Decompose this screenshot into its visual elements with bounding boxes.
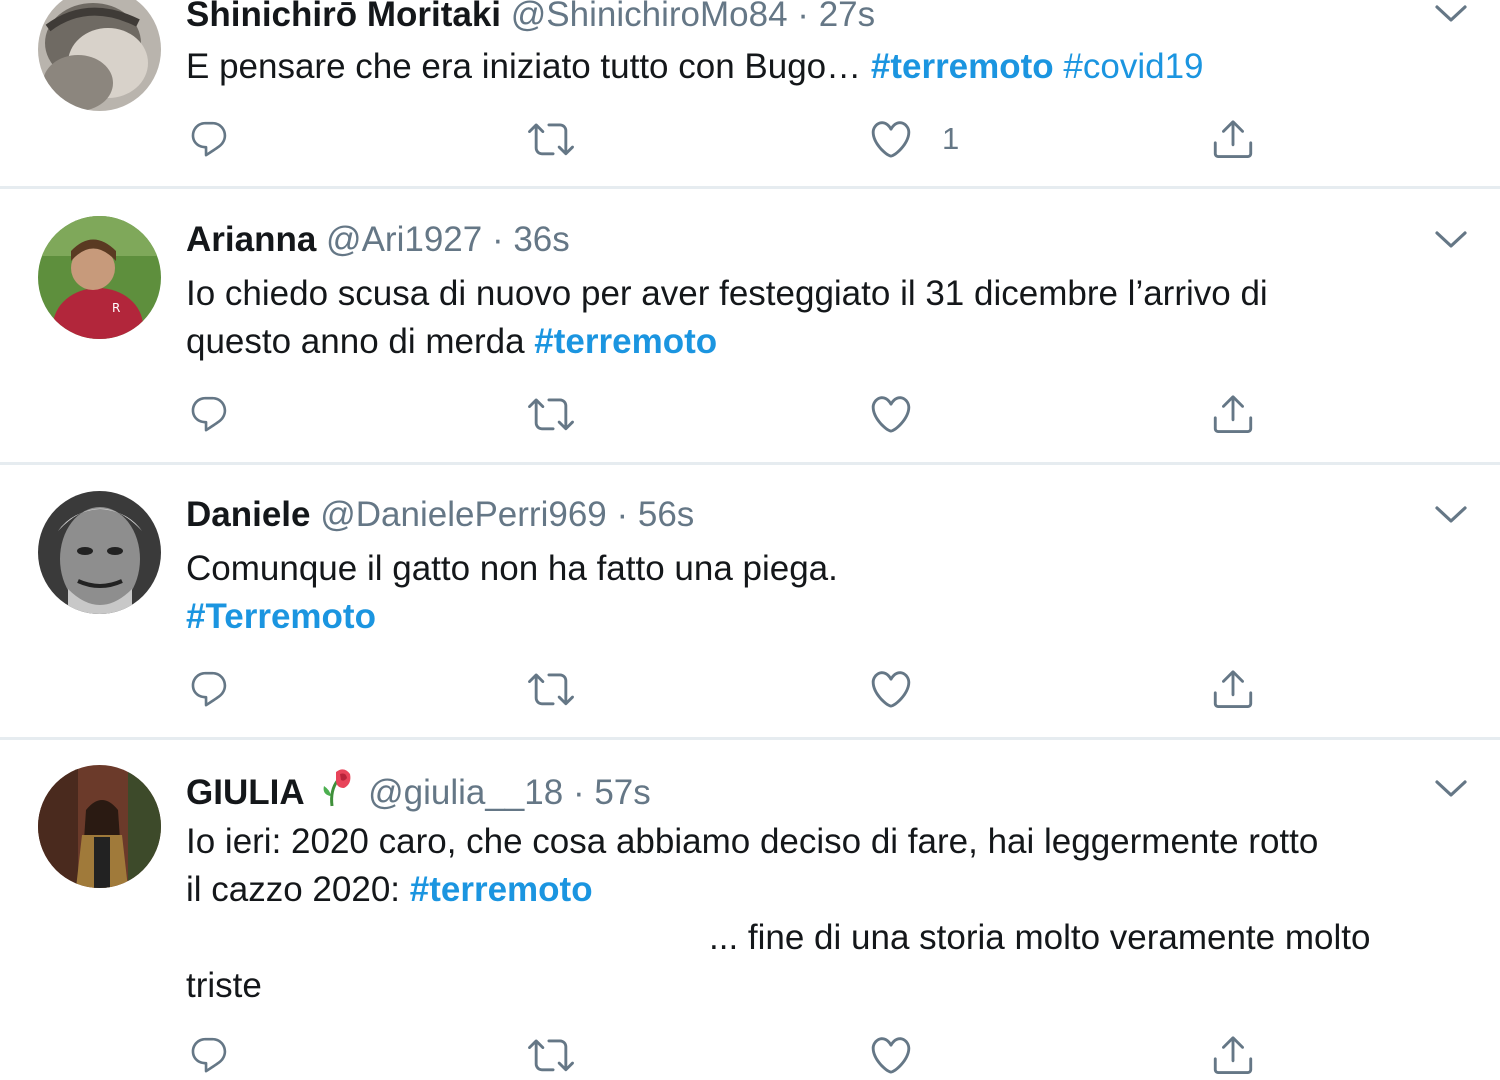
like-icon bbox=[868, 391, 914, 437]
avatar[interactable] bbox=[38, 765, 161, 888]
timestamp[interactable]: 27s bbox=[819, 0, 875, 34]
chevron-down-icon bbox=[1434, 2, 1468, 26]
hashtag-link[interactable]: #terremoto bbox=[534, 322, 717, 361]
tweet-text: E pensare che era iniziato tutto con Bug… bbox=[186, 43, 1466, 91]
tweet-body-line: il cazzo 2020: bbox=[186, 870, 410, 909]
timestamp[interactable]: 57s bbox=[594, 773, 650, 812]
tweet-body-line: Io chiedo scusa di nuovo per aver festeg… bbox=[186, 274, 1268, 313]
separator-dot: · bbox=[616, 495, 629, 534]
tweet-body-line: ... fine di una storia molto veramente m… bbox=[709, 918, 1371, 957]
like-count: 1 bbox=[942, 121, 960, 156]
tweet-body-line: Io ieri: 2020 caro, che cosa abbiamo dec… bbox=[186, 822, 1319, 861]
chevron-down-icon bbox=[1434, 503, 1468, 527]
hashtag-link[interactable]: #terremoto bbox=[410, 870, 593, 909]
retweet-icon bbox=[528, 1032, 574, 1078]
retweet-button[interactable] bbox=[528, 114, 574, 164]
chevron-down-icon bbox=[1434, 777, 1468, 801]
tweet-body-line: triste bbox=[186, 966, 262, 1005]
tweet-divider bbox=[0, 186, 1500, 189]
hashtag-link[interactable]: #covid19 bbox=[1063, 47, 1203, 86]
timestamp[interactable]: 36s bbox=[513, 220, 569, 259]
tweet-body-line: questo anno di merda bbox=[186, 322, 535, 361]
tweet-body: E pensare che era iniziato tutto con Bug… bbox=[186, 47, 871, 86]
more-options-chevron[interactable] bbox=[1434, 503, 1468, 527]
wilted-rose-icon bbox=[323, 769, 351, 807]
avatar[interactable] bbox=[38, 0, 161, 111]
like-icon bbox=[868, 1032, 914, 1078]
avatar-image bbox=[38, 0, 161, 111]
share-icon bbox=[1210, 666, 1256, 712]
retweet-icon bbox=[528, 666, 574, 712]
tweet-text: Io chiedo scusa di nuovo per aver festeg… bbox=[186, 270, 1466, 366]
like-button[interactable]: 1 bbox=[868, 114, 959, 164]
like-button[interactable] bbox=[868, 664, 914, 714]
like-button[interactable] bbox=[868, 1030, 914, 1080]
tweet-header: Shinichirō Moritaki @ShinichiroMo84 · 27… bbox=[186, 0, 875, 38]
reply-icon bbox=[188, 668, 230, 710]
share-icon bbox=[1210, 391, 1256, 437]
tweet-text: Io ieri: 2020 caro, che cosa abbiamo dec… bbox=[186, 818, 1466, 1010]
reply-button[interactable] bbox=[188, 389, 230, 439]
reply-icon bbox=[188, 393, 230, 435]
retweet-icon bbox=[528, 116, 574, 162]
tweet-divider bbox=[0, 462, 1500, 465]
separator-dot: · bbox=[491, 220, 504, 259]
user-handle[interactable]: @DanielePerri969 bbox=[320, 495, 607, 534]
reply-button[interactable] bbox=[188, 114, 230, 164]
tweet-header: Arianna @Ari1927 · 36s bbox=[186, 217, 570, 263]
chevron-down-icon bbox=[1434, 228, 1468, 252]
hashtag-link[interactable]: #Terremoto bbox=[186, 597, 376, 636]
more-options-chevron[interactable] bbox=[1434, 777, 1468, 801]
display-name[interactable]: Shinichirō Moritaki bbox=[186, 0, 501, 34]
tweet-divider bbox=[0, 737, 1500, 740]
timestamp[interactable]: 56s bbox=[638, 495, 694, 534]
display-name[interactable]: Arianna bbox=[186, 220, 316, 259]
user-handle[interactable]: @Ari1927 bbox=[326, 220, 482, 259]
more-options-chevron[interactable] bbox=[1434, 228, 1468, 252]
tweet-header: GIULIA @giulia__18 · 57s bbox=[186, 766, 651, 812]
avatar-image: R bbox=[38, 216, 161, 339]
share-icon bbox=[1210, 116, 1256, 162]
like-button[interactable] bbox=[868, 389, 914, 439]
retweet-button[interactable] bbox=[528, 1030, 574, 1080]
separator-dot: · bbox=[572, 773, 585, 812]
display-name[interactable]: Daniele bbox=[186, 495, 311, 534]
avatar[interactable] bbox=[38, 491, 161, 614]
tweet-text: Comunque il gatto non ha fatto una piega… bbox=[186, 545, 1466, 641]
more-options-chevron[interactable] bbox=[1434, 2, 1468, 26]
separator-dot: · bbox=[797, 0, 809, 34]
like-icon bbox=[868, 666, 914, 712]
reply-icon bbox=[188, 118, 230, 160]
tweet-feed: Shinichirō Moritaki @ShinichiroMo84 · 27… bbox=[0, 0, 1500, 1060]
svg-text:R: R bbox=[112, 301, 120, 315]
hashtag-link[interactable]: #terremoto bbox=[871, 47, 1054, 86]
share-button[interactable] bbox=[1210, 389, 1256, 439]
user-handle[interactable]: @giulia__18 bbox=[368, 773, 563, 812]
reply-button[interactable] bbox=[188, 1030, 230, 1080]
retweet-button[interactable] bbox=[528, 664, 574, 714]
retweet-icon bbox=[528, 391, 574, 437]
avatar-image bbox=[38, 491, 161, 614]
avatar[interactable]: R bbox=[38, 216, 161, 339]
reply-button[interactable] bbox=[188, 664, 230, 714]
like-icon bbox=[868, 116, 914, 162]
reply-icon bbox=[188, 1034, 230, 1076]
share-icon bbox=[1210, 1032, 1256, 1078]
retweet-button[interactable] bbox=[528, 389, 574, 439]
tweet-header: Daniele @DanielePerri969 · 56s bbox=[186, 492, 694, 538]
avatar-image bbox=[38, 765, 161, 888]
display-name[interactable]: GIULIA bbox=[186, 773, 305, 812]
tweet-body-line: Comunque il gatto non ha fatto una piega… bbox=[186, 549, 838, 588]
user-handle[interactable]: @ShinichiroMo84 bbox=[511, 0, 788, 34]
share-button[interactable] bbox=[1210, 114, 1256, 164]
share-button[interactable] bbox=[1210, 1030, 1256, 1080]
share-button[interactable] bbox=[1210, 664, 1256, 714]
